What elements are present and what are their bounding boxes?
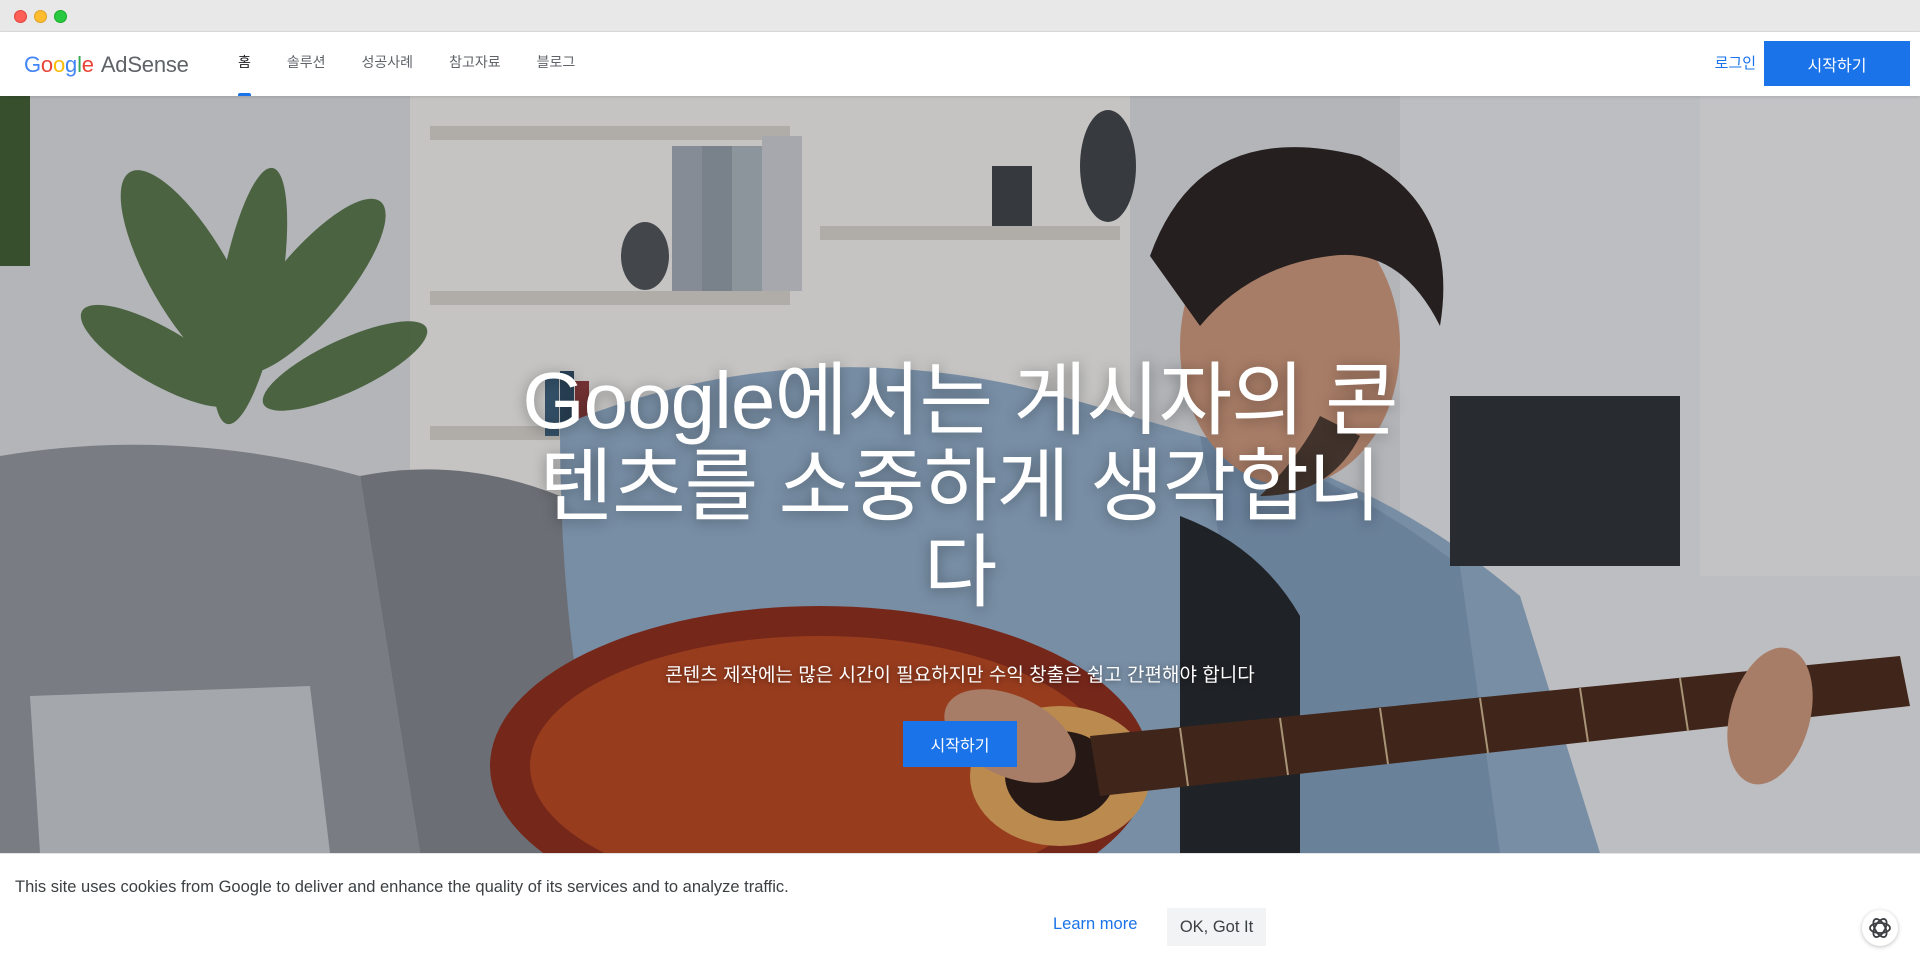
close-window-button[interactable] — [14, 10, 27, 23]
learn-more-link[interactable]: Learn more — [1053, 915, 1137, 934]
hero-subtitle: 콘텐츠 제작에는 많은 시간이 필요하지만 수익 창출은 쉽고 간편해야 합니다 — [665, 665, 1255, 686]
hero-title: Google에서는 게시자의 콘텐츠를 소중하게 생각합니다 — [522, 356, 1398, 617]
nav-item-solutions[interactable]: 솔루션 — [269, 32, 344, 96]
window-titlebar — [0, 0, 1920, 32]
logo-letter: g — [65, 52, 78, 77]
main-nav: 홈 솔루션 성공사례 참고자료 블로그 — [236, 32, 593, 96]
nav-item-blog[interactable]: 블로그 — [519, 32, 594, 96]
nav-item-success-stories[interactable]: 성공사례 — [344, 32, 432, 96]
nav-item-home[interactable]: 홈 — [236, 32, 269, 96]
hero-section: Google에서는 게시자의 콘텐츠를 소중하게 생각합니다 콘텐츠 제작에는 … — [0, 96, 1920, 853]
login-link[interactable]: 로그인 — [1715, 52, 1756, 73]
cookie-message: This site uses cookies from Google to de… — [15, 878, 789, 896]
logo-letter: o — [40, 52, 53, 77]
assistant-knot-icon — [1869, 918, 1891, 938]
ok-got-it-button[interactable]: OK, Got It — [1167, 908, 1266, 946]
logo-product-name: AdSense — [100, 52, 189, 77]
site-header: G o o g l e AdSense 홈 솔루션 성공사례 참고자료 블로그 … — [0, 32, 1920, 96]
adsense-logo[interactable]: G o o g l e AdSense — [24, 52, 189, 78]
chat-assistant-icon[interactable] — [1862, 910, 1898, 946]
header-get-started-button[interactable]: 시작하기 — [1764, 41, 1910, 86]
logo-letter: o — [52, 52, 66, 77]
cookie-consent-bar: This site uses cookies from Google to de… — [0, 853, 1920, 969]
logo-letter: G — [24, 52, 41, 77]
hero-get-started-button[interactable]: 시작하기 — [903, 721, 1017, 767]
maximize-window-button[interactable] — [54, 10, 67, 23]
nav-item-resources[interactable]: 참고자료 — [431, 32, 519, 96]
logo-letter: e — [81, 52, 94, 77]
minimize-window-button[interactable] — [34, 10, 47, 23]
